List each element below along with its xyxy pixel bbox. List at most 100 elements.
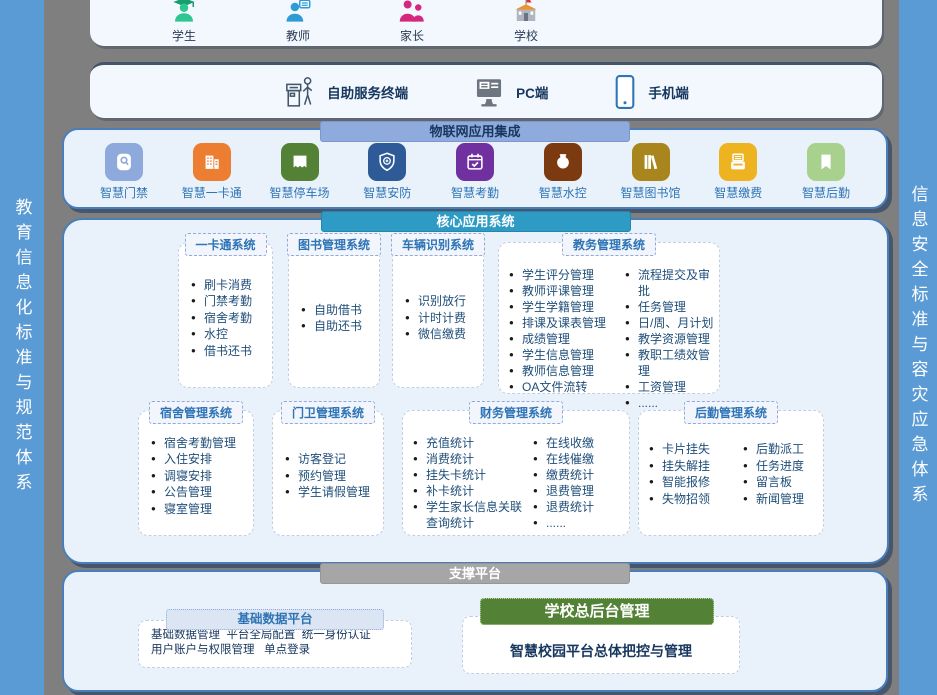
- iot-label: 智慧水控: [539, 184, 587, 201]
- iot-item-logistics: 智慧后勤: [788, 143, 864, 201]
- student-icon: [169, 0, 199, 26]
- list-item: 识别放行: [405, 293, 479, 310]
- system-list: 刷卡消费 门禁考勤 宿舍考勤 水控 借书还书: [191, 277, 268, 360]
- list-item: 宿舍考勤管理: [151, 435, 249, 452]
- iot-item-attendance: 智慧考勤: [437, 143, 513, 201]
- system-list: 流程提交及审批 任务管理 日/周、月计划 教学资源管理 教职工绩效管理 工资管理…: [625, 267, 715, 411]
- system-list: 后勤派工 任务进度 留言板 新闻管理: [743, 441, 819, 507]
- list-item: 任务管理: [625, 299, 715, 315]
- attendance-icon: [456, 143, 494, 181]
- system-card-finance: 财务管理系统 充值统计 消费统计 挂失卡统计 补卡统计 学生家长信息关联查询统计…: [402, 410, 630, 536]
- system-card-onecard: 一卡通系统 刷卡消费 门禁考勤 宿舍考勤 水控 借书还书: [178, 242, 273, 388]
- iot-label: 智慧考勤: [451, 184, 499, 201]
- terminal-phone: 手机端: [612, 74, 689, 110]
- iot-section: 物联网应用集成 智慧门禁: [62, 128, 888, 209]
- list-item: 充值统计: [413, 435, 531, 451]
- system-card-dormitory: 宿舍管理系统 宿舍考勤管理 入住安排 调寝安排 公告管理 寝室管理: [138, 410, 254, 536]
- system-card-gatekeeper: 门卫管理系统 访客登记 预约管理 学生请假管理: [272, 410, 384, 536]
- list-item: 成绩管理: [509, 331, 623, 347]
- system-card-title: 门卫管理系统: [281, 401, 375, 424]
- iot-label: 智慧缴费: [714, 184, 762, 201]
- list-item: 公告管理: [151, 484, 249, 501]
- list-item: 学生信息管理: [509, 347, 623, 363]
- list-item: 卡片挂失: [649, 441, 741, 458]
- iot-item-security: 智慧安防: [349, 143, 425, 201]
- list-item: 智能报修: [649, 474, 741, 491]
- terminal-pc: PC端: [472, 76, 548, 108]
- onecard-icon: [193, 143, 231, 181]
- water-icon: [544, 143, 582, 181]
- support-section-title: 支撑平台: [320, 563, 630, 584]
- system-card-library: 图书管理系统 自助借书 自助还书: [288, 242, 380, 388]
- system-card-vehicle: 车辆识别系统 识别放行 计时计费 微信缴费: [392, 242, 484, 388]
- user-label: 学生: [172, 27, 196, 44]
- user-label: 教师: [286, 27, 310, 44]
- system-list: 学生评分管理 教师评课管理 学生学籍管理 排课及课表管理 成绩管理 学生信息管理…: [509, 267, 623, 411]
- user-teacher: 教师: [266, 0, 330, 44]
- list-item: 入住安排: [151, 451, 249, 468]
- iot-item-water: 智慧水控: [525, 143, 601, 201]
- system-card-title: 图书管理系统: [287, 233, 381, 256]
- system-card-title: 财务管理系统: [469, 401, 563, 424]
- system-list: 宿舍考勤管理 入住安排 调寝安排 公告管理 寝室管理: [151, 435, 249, 518]
- list-item: 预约管理: [285, 468, 379, 485]
- system-card-academic: 教务管理系统 学生评分管理 教师评课管理 学生学籍管理 排课及课表管理 成绩管理…: [498, 242, 720, 394]
- user-label: 家长: [400, 27, 424, 44]
- list-item: 退费统计: [533, 499, 625, 515]
- system-list: 访客登记 预约管理 学生请假管理: [285, 451, 379, 501]
- list-item: 刷卡消费: [191, 277, 268, 294]
- user-parents: 家长: [380, 0, 444, 44]
- pc-icon: [472, 76, 506, 108]
- kiosk-icon: [283, 74, 317, 110]
- iot-item-payment: 智慧缴费: [700, 143, 776, 201]
- list-item: 日/周、月计划: [625, 315, 715, 331]
- list-item: 调寝安排: [151, 468, 249, 485]
- list-item: 水控: [191, 326, 268, 343]
- list-item: 后勤派工: [743, 441, 819, 458]
- system-card-logistics: 后勤管理系统 卡片挂失 挂失解挂 智能报修 失物招领 后勤派工 任务进度 留言板…: [638, 410, 824, 536]
- iot-item-library: 智慧图书馆: [613, 143, 689, 201]
- teacher-icon: [283, 0, 313, 26]
- iot-label: 智慧一卡通: [182, 184, 242, 201]
- terminal-label: 自助服务终端: [327, 82, 408, 102]
- list-item: 补卡统计: [413, 483, 531, 499]
- list-item: 挂失卡统计: [413, 467, 531, 483]
- list-item: 微信缴费: [405, 326, 479, 343]
- admin-platform-body: 智慧校园平台总体把控与管理: [510, 641, 692, 661]
- list-item: 门禁考勤: [191, 293, 268, 310]
- system-list: 识别放行 计时计费 微信缴费: [405, 293, 479, 343]
- user-label: 学校: [514, 27, 538, 44]
- iot-label: 智慧安防: [363, 184, 411, 201]
- right-pillar-label: 信息安全标准与容灾应急体系: [910, 185, 927, 510]
- list-item: 教学资源管理: [625, 331, 715, 347]
- system-card-title: 宿舍管理系统: [149, 401, 243, 424]
- list-item: 教师评课管理: [509, 283, 623, 299]
- list-item: 留言板: [743, 474, 819, 491]
- user-student: 学生: [152, 0, 216, 44]
- terminal-label: 手机端: [648, 82, 689, 102]
- list-item: 挂失解挂: [649, 458, 741, 475]
- core-section: 核心应用系统 一卡通系统 刷卡消费 门禁考勤 宿舍考勤 水控 借书还书 图书管理…: [62, 218, 889, 564]
- school-icon: [511, 0, 541, 26]
- list-item: 失物招领: [649, 491, 741, 508]
- system-list: 充值统计 消费统计 挂失卡统计 补卡统计 学生家长信息关联查询统计: [413, 435, 531, 531]
- list-item: ......: [533, 515, 625, 531]
- terminals-band: 自助服务终端 PC端 手机端: [90, 62, 882, 118]
- system-card-title: 一卡通系统: [184, 233, 266, 256]
- system-list: 卡片挂失 挂失解挂 智能报修 失物招领: [649, 441, 741, 507]
- list-item: 消费统计: [413, 451, 531, 467]
- list-item: 流程提交及审批: [625, 267, 715, 299]
- security-icon: [368, 143, 406, 181]
- system-card-title: 后勤管理系统: [684, 401, 778, 424]
- admin-platform-title: 学校总后台管理: [480, 598, 714, 625]
- system-list: 自助借书 自助还书: [301, 302, 375, 335]
- iot-label: 智慧停车场: [269, 184, 329, 201]
- list-item: 新闻管理: [743, 491, 819, 508]
- iot-item-parking: 智慧停车场: [262, 143, 338, 201]
- system-card-title: 车辆识别系统: [391, 233, 485, 256]
- list-item: 宿舍考勤: [191, 310, 268, 327]
- left-pillar: 教育信息化标准与规范体系: [0, 0, 44, 695]
- list-item: 在线催缴: [533, 451, 625, 467]
- parents-icon: [397, 0, 427, 26]
- list-item: 寝室管理: [151, 501, 249, 518]
